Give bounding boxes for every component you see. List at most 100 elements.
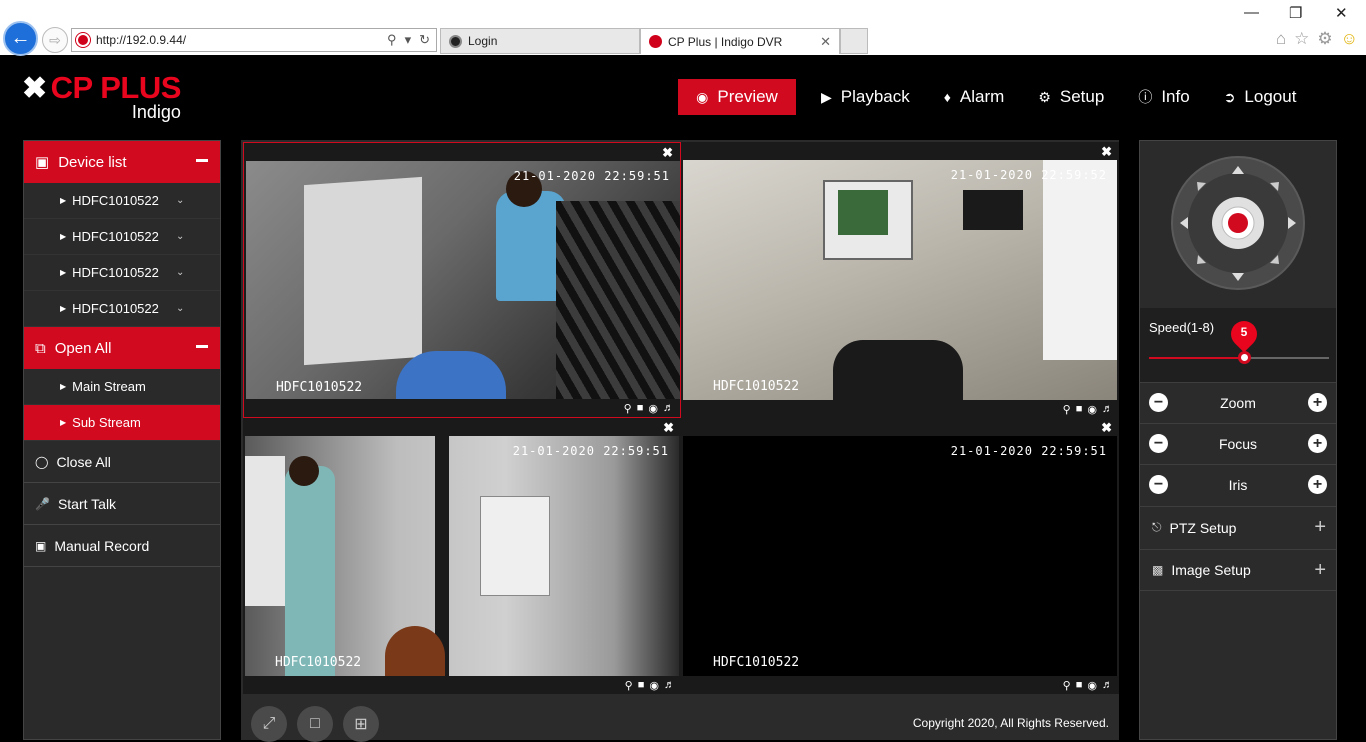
address-bar[interactable]: http://192.0.9.44/ ⚲ ▾ ↻ [71, 28, 437, 52]
close-all-label: Close All [56, 453, 111, 470]
record-video-icon[interactable]: ■ [637, 402, 644, 415]
gear-icon: ⚙ [1038, 88, 1051, 105]
start-talk-button[interactable]: 🎤 Start Talk [24, 483, 220, 525]
snapshot-camera-icon[interactable]: ◉ [649, 679, 659, 692]
audio-icon[interactable]: ♬ [1102, 403, 1113, 416]
nav-alarm[interactable]: ♦ Alarm [927, 79, 1022, 115]
chevron-down-icon[interactable]: ⌄ [176, 195, 184, 206]
device-item[interactable]: ▶ HDFC1010522 ⌄ [24, 291, 220, 327]
camera-feed[interactable]: 21-01-2020 22:59:52 HDFC1010522 [683, 160, 1117, 400]
dropdown-icon[interactable]: ▾ [405, 32, 412, 48]
camera-cell-3[interactable]: ✖ 21-01-2020 22:59:51 HDFC1010522 ⚲ ■ ◉ … [243, 418, 681, 694]
close-window-icon[interactable]: ✕ [1335, 4, 1348, 22]
zoom-out-button[interactable]: − [1149, 393, 1168, 412]
person-shape [285, 466, 335, 676]
image-setup-row[interactable]: ▩ Image Setup + [1140, 549, 1336, 591]
camera-feed[interactable]: 21-01-2020 22:59:51 HDFC1010522 [683, 436, 1117, 676]
zoom-icon[interactable]: ⚲ [1063, 679, 1071, 692]
restore-icon[interactable]: ❐ [1289, 4, 1302, 22]
device-item[interactable]: ▶ HDFC1010522 ⌄ [24, 255, 220, 291]
zoom-icon[interactable]: ⚲ [624, 402, 632, 415]
single-view-icon[interactable]: □ [297, 706, 333, 742]
speed-slider-handle[interactable] [1238, 351, 1251, 364]
camera-cell-2[interactable]: ✖ 21-01-2020 22:59:52 HDFC1010522 ⚲ ■ ◉ … [681, 142, 1119, 418]
tab-cp-plus[interactable]: CP Plus | Indigo DVR ✕ [640, 28, 840, 54]
tab-login[interactable]: Login [440, 28, 640, 54]
ptz-panel: Speed(1-8) 5 − Zoom + − Focus + − Iris +… [1139, 140, 1337, 740]
tab-close-icon[interactable]: ✕ [820, 34, 831, 50]
focus-plus-button[interactable]: + [1308, 434, 1327, 453]
expand-plus-icon[interactable]: + [1314, 516, 1326, 539]
favorites-star-icon[interactable]: ☆ [1294, 29, 1309, 49]
open-all-header[interactable]: ⧉ Open All [24, 327, 220, 369]
quad-view-icon[interactable]: ⊞ [343, 706, 379, 742]
nav-setup[interactable]: ⚙ Setup [1021, 79, 1121, 115]
iris-plus-button[interactable]: + [1308, 475, 1327, 494]
record-video-icon[interactable]: ■ [1076, 679, 1083, 692]
snapshot-camera-icon[interactable]: ◉ [1087, 679, 1097, 692]
search-icon[interactable]: ⚲ [387, 32, 397, 48]
nav-logout[interactable]: ➲ Logout [1207, 79, 1314, 115]
camera-cell-4[interactable]: ✖ 21-01-2020 22:59:51 HDFC1010522 ⚲ ■ ◉ … [681, 418, 1119, 694]
snapshot-camera-icon[interactable]: ◉ [648, 402, 658, 415]
fullscreen-icon[interactable]: ⤢ [251, 706, 287, 742]
zoom-row: − Zoom + [1140, 382, 1336, 423]
camera-feed[interactable]: 21-01-2020 22:59:51 HDFC1010522 [245, 436, 679, 676]
device-item[interactable]: ▶ HDFC1010522 ⌄ [24, 183, 220, 219]
nav-playback[interactable]: ▶ Playback [804, 79, 927, 115]
ptz-setup-row[interactable]: ⎋ PTZ Setup + [1140, 506, 1336, 548]
refresh-icon[interactable]: ↻ [419, 32, 430, 48]
nav-label: Playback [840, 87, 910, 106]
snapshot-camera-icon[interactable]: ◉ [1087, 403, 1097, 416]
open-all-label: Open All [54, 339, 112, 357]
chair-shape [396, 351, 506, 401]
manual-record-button[interactable]: ▣ Manual Record [24, 525, 220, 567]
expand-plus-icon[interactable]: + [1314, 559, 1326, 582]
speed-slider[interactable] [1149, 351, 1329, 364]
camera-feed[interactable]: 21-01-2020 22:59:51 HDFC1010522 [246, 161, 680, 401]
zoom-icon[interactable]: ⚲ [1063, 403, 1071, 416]
back-button[interactable]: ← [3, 21, 38, 56]
record-video-icon[interactable]: ■ [1076, 403, 1083, 416]
close-icon[interactable]: ✖ [1101, 144, 1112, 160]
external-link-icon: ⧉ [35, 339, 46, 357]
atm-cabinet-shape [304, 176, 422, 366]
audio-icon[interactable]: ♬ [664, 679, 675, 692]
device-item[interactable]: ▶ HDFC1010522 ⌄ [24, 219, 220, 255]
chevron-down-icon[interactable]: ⌄ [176, 267, 184, 278]
logo-mark-icon: ✖ [22, 71, 47, 105]
close-icon[interactable]: ✖ [662, 145, 673, 161]
stream-label: Sub Stream [72, 415, 141, 430]
device-label: HDFC1010522 [72, 301, 159, 316]
info-icon: ⓘ [1138, 89, 1153, 105]
zoom-in-button[interactable]: + [1308, 393, 1327, 412]
collapse-icon[interactable] [196, 159, 208, 162]
forward-button[interactable]: ⇨ [42, 27, 68, 53]
close-all-button[interactable]: ◯ Close All [24, 441, 220, 483]
camera-cell-1[interactable]: ✖ 21-01-2020 22:59:51 HDFC1010522 ⚲ ■ ◉ … [243, 142, 681, 418]
nav-preview[interactable]: ◉ Preview [678, 79, 796, 115]
collapse-icon[interactable] [196, 345, 208, 348]
nav-info[interactable]: ⓘ Info [1121, 79, 1206, 115]
zoom-icon[interactable]: ⚲ [625, 679, 633, 692]
audio-icon[interactable]: ♬ [663, 402, 674, 415]
record-video-icon[interactable]: ■ [638, 679, 645, 692]
speed-slider-fill [1149, 357, 1244, 359]
device-label: HDFC1010522 [72, 229, 159, 244]
minimize-icon[interactable]: — [1244, 4, 1259, 21]
audio-icon[interactable]: ♬ [1102, 679, 1113, 692]
close-icon[interactable]: ✖ [1101, 420, 1112, 436]
new-tab-button[interactable] [840, 28, 868, 54]
sub-stream-item[interactable]: ▶ Sub Stream [24, 405, 220, 441]
smiley-icon[interactable]: ☺ [1341, 29, 1358, 49]
main-stream-item[interactable]: ▶ Main Stream [24, 369, 220, 405]
close-icon[interactable]: ✖ [663, 420, 674, 436]
settings-gear-icon[interactable]: ⚙ [1317, 29, 1332, 49]
home-icon[interactable]: ⌂ [1276, 29, 1286, 49]
device-list-header[interactable]: ▣ Device list [24, 141, 220, 183]
focus-minus-button[interactable]: − [1149, 434, 1168, 453]
copyright-text: Copyright 2020, All Rights Reserved. [912, 716, 1109, 730]
chevron-down-icon[interactable]: ⌄ [176, 231, 184, 242]
chevron-down-icon[interactable]: ⌄ [176, 303, 184, 314]
iris-minus-button[interactable]: − [1149, 475, 1168, 494]
